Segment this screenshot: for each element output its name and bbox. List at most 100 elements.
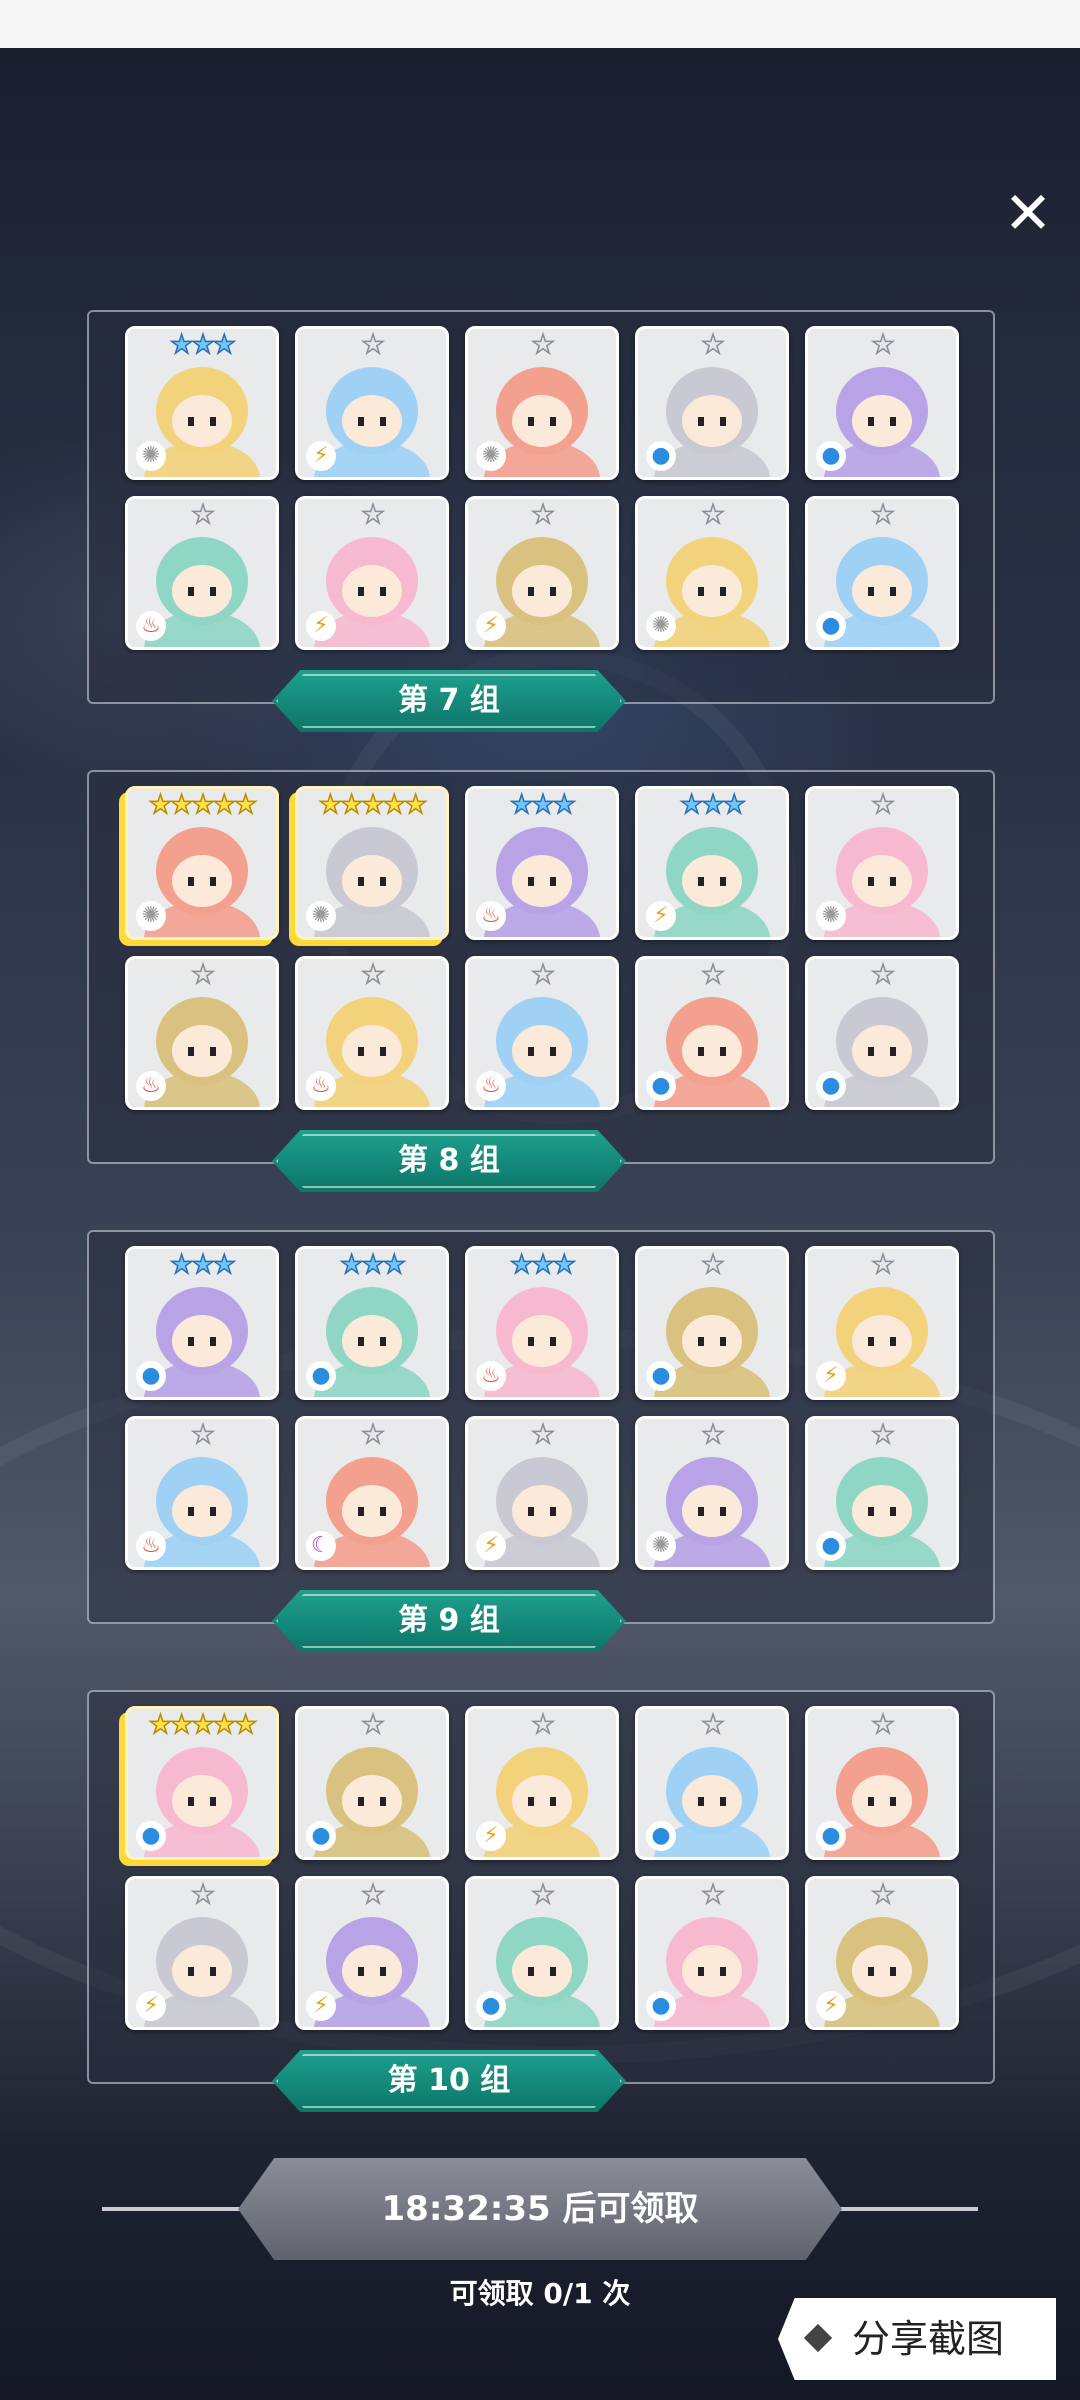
light-element-icon: ✺ — [646, 611, 676, 641]
water-element-icon: ● — [816, 1531, 846, 1561]
hero-card-witch-hat-girl[interactable]: ★★★ ♨ — [465, 786, 619, 940]
star-rating: ★ — [361, 1880, 386, 1910]
hero-card-tree-stump[interactable]: ★ ✺ — [805, 786, 959, 940]
thunder-element-icon: ⚡ — [306, 611, 336, 641]
water-element-icon: ● — [306, 1821, 336, 1851]
thunder-element-icon: ⚡ — [816, 1361, 846, 1391]
water-element-icon: ● — [646, 441, 676, 471]
fire-element-icon: ♨ — [306, 1071, 336, 1101]
share-screenshot-button[interactable]: 分享截图 — [778, 2298, 1056, 2380]
hero-card-blue-robot[interactable]: ★ ● — [805, 1416, 959, 1570]
water-element-icon: ● — [476, 1991, 506, 2021]
thunder-element-icon: ⚡ — [306, 441, 336, 471]
hero-card-gold-chest[interactable]: ★ ⚡ — [805, 1876, 959, 2030]
star-rating: ★ — [531, 1880, 556, 1910]
hero-card-ice-princess[interactable]: ★ ● — [635, 956, 789, 1110]
hero-card-chef-hat-man[interactable]: ★ ✺ — [635, 496, 789, 650]
star-rating: ★ — [701, 1250, 726, 1280]
thunder-element-icon: ⚡ — [476, 1821, 506, 1851]
hero-card-yellow-skull[interactable]: ★ ⚡ — [805, 1246, 959, 1400]
hero-card-stone-totem[interactable]: ★ ✺ — [635, 1416, 789, 1570]
hero-card-white-hair-sage[interactable]: ★★★★★ ✺ — [125, 786, 279, 940]
star-rating: ★ — [531, 500, 556, 530]
hero-card-horned-warrior[interactable]: ★★★ ● — [125, 1246, 279, 1400]
hero-card-white-robot[interactable]: ★★★ ✺ — [125, 326, 279, 480]
water-element-icon: ● — [646, 1991, 676, 2021]
light-element-icon: ✺ — [306, 901, 336, 931]
hero-card-curly-blonde[interactable]: ★ ⚡ — [465, 1416, 619, 1570]
hero-card-blue-box-beast[interactable]: ★ ● — [805, 496, 959, 650]
hero-card-blue-ghost[interactable]: ★ ● — [635, 1706, 789, 1860]
hero-card-black-hair-girl[interactable]: ★ ● — [805, 326, 959, 480]
star-rating: ★ — [701, 1420, 726, 1450]
hero-card-red-hooded[interactable]: ★★★ ♨ — [465, 1246, 619, 1400]
light-element-icon: ✺ — [646, 1531, 676, 1561]
hero-card-blue-fish-man[interactable]: ★★★ ● — [295, 1246, 449, 1400]
hero-card-white-yeti[interactable]: ★★★★★ ● — [125, 1706, 279, 1860]
group-panel: ★★★★★ ✺ ★★★★★ ✺ ★★★ ♨ ★★★ ⚡ ★ ✺ ★ ♨ ★ ♨ ★ ♨ ★ ● ★ ● — [87, 770, 995, 1164]
fire-element-icon: ♨ — [476, 1071, 506, 1101]
star-rating: ★★★★★ — [318, 790, 428, 820]
star-rating: ★ — [191, 1880, 216, 1910]
hero-card-goggles-boy[interactable]: ★ ● — [635, 326, 789, 480]
group-label: 第 9 组 — [398, 1603, 500, 1638]
star-rating: ★ — [871, 1880, 896, 1910]
claim-timer-label: 18:32:35 后可领取 — [381, 2189, 699, 2229]
star-rating: ★★★ — [169, 1250, 236, 1280]
fire-element-icon: ♨ — [476, 901, 506, 931]
timer-line-left — [102, 2207, 242, 2211]
hero-card-red-hair-warrior[interactable]: ★ ♨ — [125, 1416, 279, 1570]
star-rating: ★ — [531, 1420, 556, 1450]
star-rating: ★ — [531, 330, 556, 360]
group-panel: ★★★ ✺ ★ ⚡ ★ ✺ ★ ● ★ ● ★ ♨ ★ ⚡ ★ ⚡ ★ ✺ ★ ● — [87, 310, 995, 704]
close-icon[interactable]: ✕ — [1000, 184, 1056, 242]
thunder-element-icon: ⚡ — [136, 1991, 166, 2021]
fire-element-icon: ♨ — [136, 1531, 166, 1561]
group-label: 第 7 组 — [398, 683, 500, 718]
hero-card-blonde-fighter[interactable]: ★ ⚡ — [125, 1876, 279, 2030]
hero-card-red-bear[interactable]: ★ ♨ — [125, 956, 279, 1110]
group-label: 第 10 组 — [387, 2063, 511, 2098]
star-rating: ★ — [191, 1420, 216, 1450]
star-rating: ★ — [191, 500, 216, 530]
star-rating: ★ — [871, 1250, 896, 1280]
hero-card-winged-knight[interactable]: ★ ⚡ — [465, 496, 619, 650]
hero-card-red-dragon[interactable]: ★ ♨ — [295, 956, 449, 1110]
hero-card-eye-pyramid[interactable]: ★★★ ⚡ — [635, 786, 789, 940]
hero-card-winged-knight[interactable]: ★ ⚡ — [295, 496, 449, 650]
star-rating: ★ — [871, 1710, 896, 1740]
hero-card-red-dragon[interactable]: ★ ♨ — [465, 956, 619, 1110]
hero-card-bandaged-blue[interactable]: ★ ● — [295, 1706, 449, 1860]
share-label: 分享截图 — [852, 2317, 1005, 2361]
star-rating: ★ — [361, 330, 386, 360]
hero-card-white-unicorn[interactable]: ★★★★★ ✺ — [295, 786, 449, 940]
group-panel: ★★★★★ ● ★ ● ★ ⚡ ★ ● ★ ● ★ ⚡ ★ ⚡ ★ ● ★ ● ★ ⚡ — [87, 1690, 995, 2084]
hero-card-pink-moai[interactable]: ★ ♨ — [125, 496, 279, 650]
star-rating: ★★★ — [339, 1250, 406, 1280]
star-rating: ★ — [361, 1710, 386, 1740]
hero-card-blue-bear[interactable]: ★ ● — [805, 1706, 959, 1860]
water-element-icon: ● — [646, 1071, 676, 1101]
claim-timer-button[interactable]: 18:32:35 后可领取 — [238, 2158, 842, 2260]
hero-card-dark-hair-girl[interactable]: ★ ⚡ — [295, 1876, 449, 2030]
hero-card-ice-knight[interactable]: ★ ● — [805, 956, 959, 1110]
group-label-banner: 第 10 组 — [272, 2050, 626, 2112]
fire-element-icon: ♨ — [136, 1071, 166, 1101]
hero-card-blue-oni[interactable]: ★ ● — [465, 1876, 619, 2030]
star-rating: ★★★ — [169, 330, 236, 360]
hero-card-silver-hair-girl[interactable]: ★ ✺ — [465, 326, 619, 480]
star-rating: ★ — [871, 500, 896, 530]
water-element-icon: ● — [136, 1361, 166, 1391]
light-element-icon: ✺ — [136, 901, 166, 931]
hero-card-sunflower-monster[interactable]: ★ ⚡ — [465, 1706, 619, 1860]
light-element-icon: ✺ — [476, 441, 506, 471]
hero-card-purple-moai[interactable]: ★ ☾ — [295, 1416, 449, 1570]
star-rating: ★ — [531, 960, 556, 990]
water-element-icon: ● — [136, 1821, 166, 1851]
star-rating: ★ — [701, 1710, 726, 1740]
hero-card-blue-cat-monster[interactable]: ★ ● — [635, 1246, 789, 1400]
star-rating: ★ — [871, 960, 896, 990]
group-label-banner: 第 8 组 — [272, 1130, 626, 1192]
hero-card-blue-totem[interactable]: ★ ● — [635, 1876, 789, 2030]
hero-card-bandaged-yellow[interactable]: ★ ⚡ — [295, 326, 449, 480]
